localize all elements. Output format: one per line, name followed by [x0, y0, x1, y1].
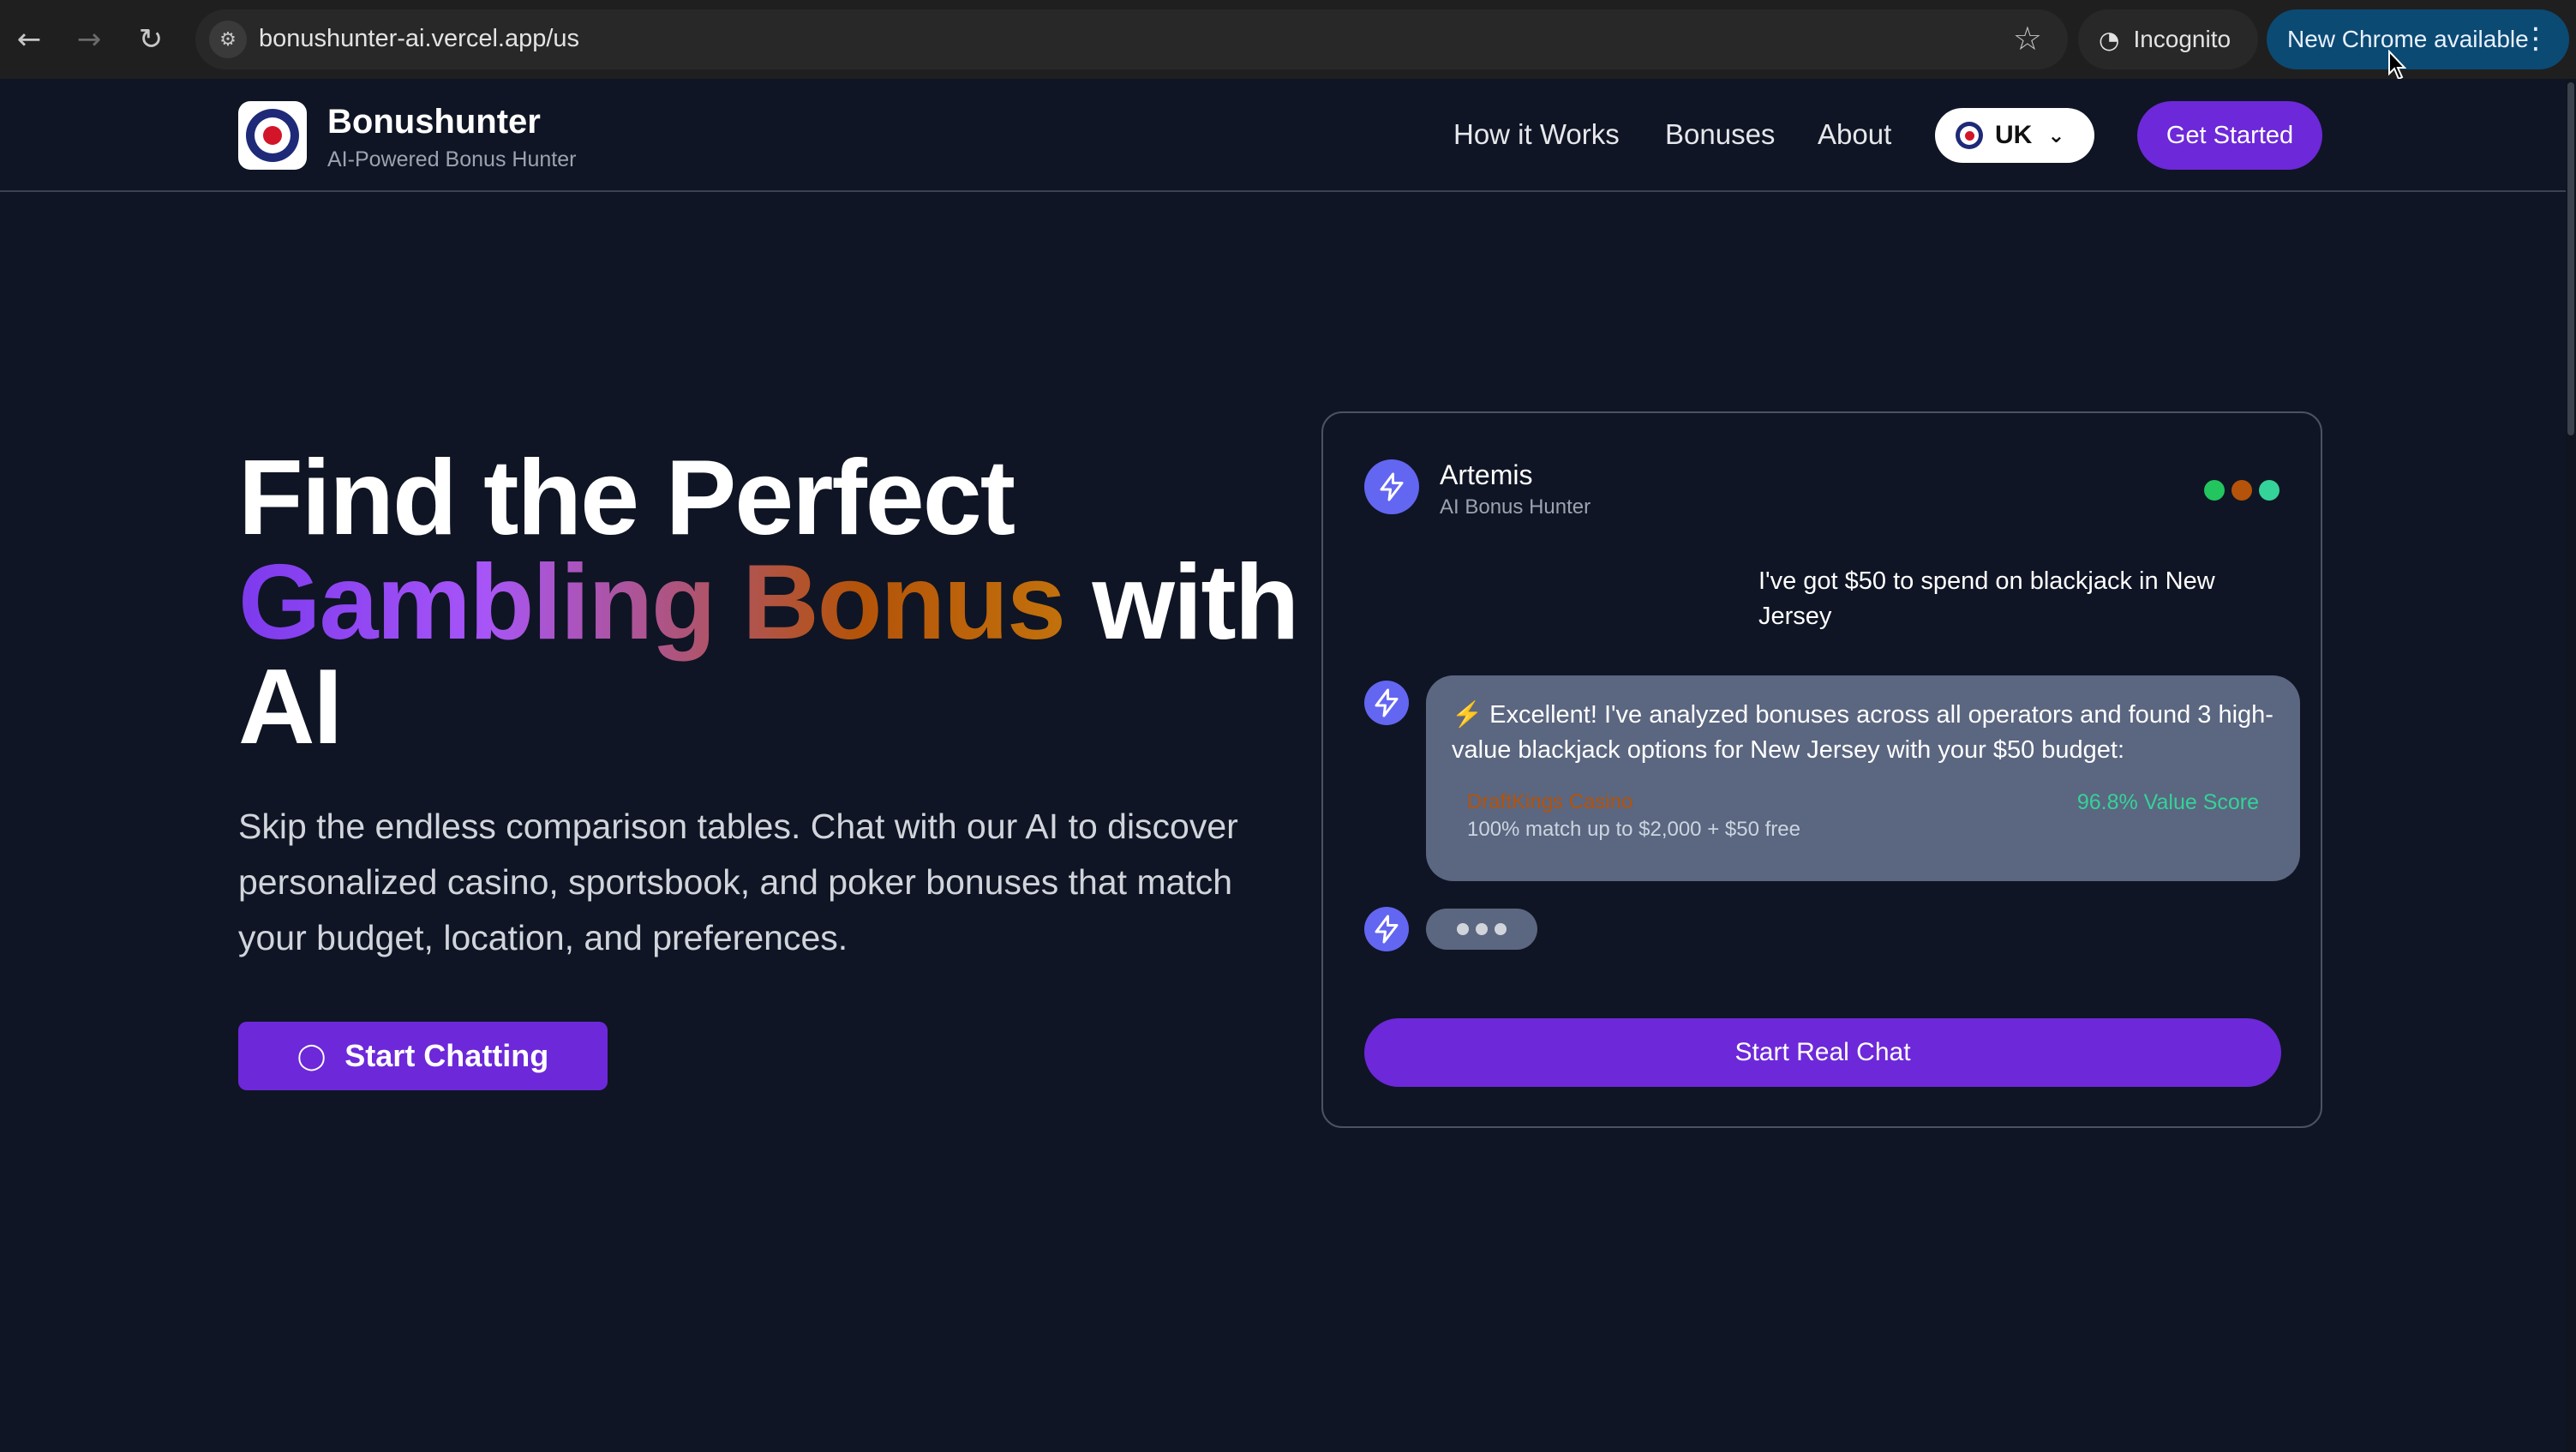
bot-name: Artemis	[1440, 459, 1533, 490]
user-message: I've got $50 to spend on blackjack in Ne…	[1758, 567, 2215, 630]
region-label: UK	[1995, 121, 2033, 149]
lightning-icon	[1375, 915, 1399, 944]
hero-title-with: with	[1064, 543, 1299, 662]
address-bar[interactable]: ⚙ bonushunter-ai.vercel.app/us ☆	[195, 9, 2068, 69]
hero-description: Skip the endless comparison tables. Chat…	[238, 807, 1238, 957]
lightning-icon	[1375, 688, 1399, 717]
status-dot-amber	[2232, 480, 2252, 501]
hero-title-line3: AI	[238, 648, 343, 766]
start-chatting-label: Start Chatting	[344, 1038, 549, 1073]
status-dot-green	[2204, 480, 2225, 501]
brand-tagline: AI-Powered Bonus Hunter	[327, 147, 577, 171]
url-text[interactable]: bonushunter-ai.vercel.app/us	[259, 25, 579, 53]
brand-name[interactable]: Bonushunter	[327, 103, 541, 141]
start-chatting-button[interactable]: ◯ Start Chatting	[238, 1022, 608, 1090]
bot-avatar	[1364, 907, 1409, 951]
chat-preview-card: Artemis AI Bonus Hunter I've got $50 to …	[1321, 411, 2322, 1128]
scrollbar-thumb[interactable]	[2567, 82, 2574, 435]
more-menu-icon[interactable]: ⋮	[2521, 21, 2550, 56]
browser-toolbar: ← → ↻ ⚙ bonushunter-ai.vercel.app/us ☆ ◔…	[0, 0, 2576, 81]
roundel-icon	[246, 109, 299, 162]
site-header: Bonushunter AI-Powered Bonus Hunter How …	[0, 79, 2576, 192]
nav-about[interactable]: About	[1818, 118, 1891, 151]
hero-title-highlight: Gambling Bonus	[238, 543, 1066, 662]
reload-icon[interactable]: ↻	[127, 15, 175, 63]
back-arrow-icon[interactable]: ←	[5, 15, 53, 63]
update-label: New Chrome available	[2287, 26, 2529, 52]
offer-value-score: 96.8% Value Score	[2076, 790, 2259, 814]
chevron-down-icon: ⌄	[2047, 123, 2065, 147]
incognito-label: Incognito	[2133, 26, 2232, 52]
lightning-icon	[1380, 472, 1404, 501]
offer-name: DraftKings Casino	[1467, 790, 1633, 813]
nav-bonuses[interactable]: Bonuses	[1665, 118, 1775, 151]
logo[interactable]	[238, 101, 307, 170]
status-dot-teal	[2259, 480, 2279, 501]
site-settings-icon[interactable]: ⚙	[209, 21, 247, 58]
offer-detail: 100% match up to $2,000 + $50 free	[1467, 818, 1800, 841]
forward-arrow-icon[interactable]: →	[65, 15, 113, 63]
mouse-cursor-icon	[2388, 50, 2406, 81]
incognito-icon: ◔	[2099, 25, 2120, 54]
bot-role: AI Bonus Hunter	[1440, 495, 1591, 519]
bot-message: ⚡ Excellent! I've analyzed bonuses acros…	[1452, 701, 2273, 764]
chrome-update-button[interactable]: New Chrome available ⋮	[2267, 9, 2569, 69]
hero-title: Find the Perfect Gambling Bonus with AI	[238, 445, 1301, 760]
chat-bubble-icon: ◯	[297, 1041, 326, 1071]
hero-title-line1: Find the Perfect	[238, 439, 1015, 557]
bot-message-bubble: ⚡ Excellent! I've analyzed bonuses acros…	[1426, 675, 2300, 881]
bot-avatar	[1364, 459, 1419, 514]
incognito-badge[interactable]: ◔ Incognito	[2078, 9, 2258, 69]
nav-how-it-works[interactable]: How it Works	[1453, 118, 1620, 151]
typing-indicator	[1426, 909, 1537, 950]
start-real-chat-button[interactable]: Start Real Chat	[1364, 1018, 2281, 1087]
region-selector[interactable]: UK ⌄	[1935, 108, 2094, 163]
bookmark-star-icon[interactable]: ☆	[2013, 20, 2042, 57]
uk-roundel-icon	[1956, 122, 1983, 149]
bot-avatar	[1364, 681, 1409, 725]
get-started-button[interactable]: Get Started	[2137, 101, 2322, 170]
